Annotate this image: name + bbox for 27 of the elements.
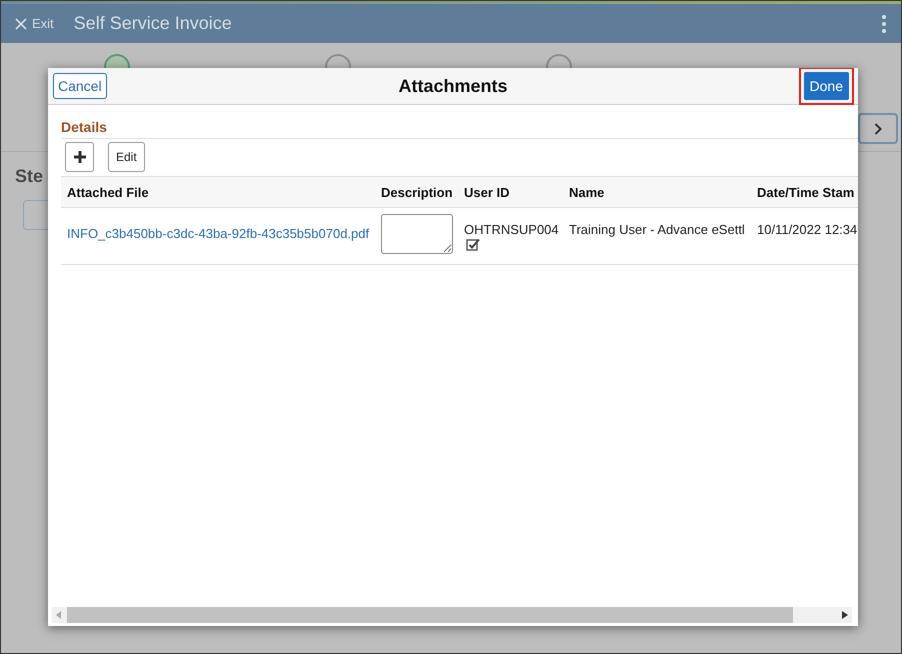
chevron-right-icon: [874, 122, 882, 134]
column-header: User ID: [464, 184, 511, 200]
checked-box-icon[interactable]: [466, 238, 480, 251]
cancel-button[interactable]: Cancel: [53, 73, 107, 99]
done-button[interactable]: Done: [804, 72, 849, 100]
table-cell: OHTRNSUP004: [464, 222, 559, 237]
scroll-right-icon[interactable]: [842, 611, 848, 619]
close-icon: [15, 18, 27, 30]
scroll-left-icon[interactable]: [56, 611, 62, 619]
exit-button[interactable]: Exit: [15, 16, 54, 31]
column-header: Attached File: [66, 184, 150, 200]
section-title: Details: [61, 119, 108, 135]
description-field[interactable]: [381, 214, 453, 254]
dialog-title: Attachments: [398, 76, 508, 96]
next-button[interactable]: [858, 113, 898, 144]
add-button[interactable]: [65, 142, 94, 172]
column-header: Name: [569, 184, 606, 200]
edit-button[interactable]: Edit: [108, 142, 145, 172]
file-link[interactable]: INFO_c3b450bb-c3dc-43ba-92fb-43c35b5b070d.pdf: [61, 226, 381, 241]
plus-icon: [72, 150, 86, 164]
column-header: Description: [381, 184, 454, 200]
table-cell: 10/11/2022 12:34: [757, 222, 858, 237]
app-title: Self Service Invoice: [74, 13, 233, 34]
page-heading: Ste: [15, 166, 44, 187]
table-cell-text: Training User - Advance eSettl: [569, 222, 746, 237]
column-header: Date/Time Stam: [757, 184, 856, 200]
more-menu-icon[interactable]: [881, 14, 887, 34]
